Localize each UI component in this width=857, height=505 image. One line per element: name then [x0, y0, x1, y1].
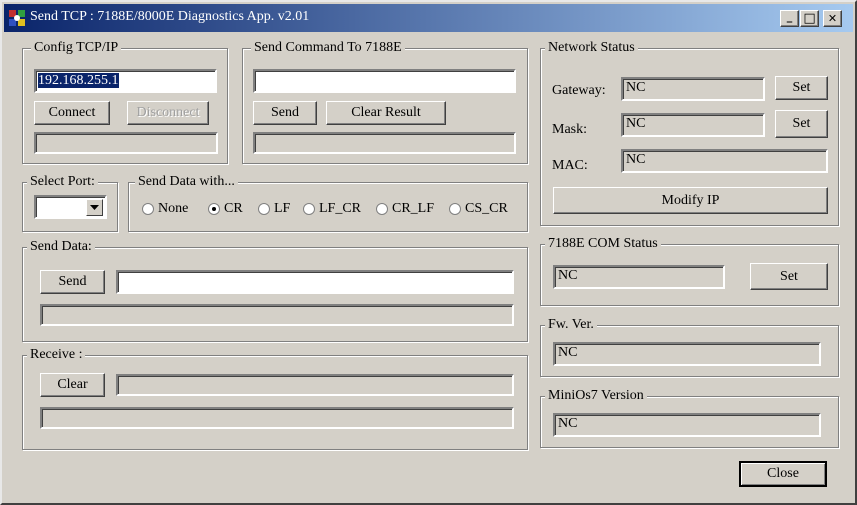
title-bar[interactable]: Send TCP : 7188E/8000E Diagnostics App. …: [4, 4, 853, 32]
port-select[interactable]: [34, 195, 107, 219]
radio-circle-icon: [303, 203, 315, 215]
close-icon: ✕: [827, 12, 838, 25]
receive-group: Receive :: [22, 346, 528, 450]
mac-field: NC: [621, 149, 828, 173]
mask-field: NC: [621, 113, 765, 137]
minios-version-label: MiniOs7 Version: [545, 387, 647, 405]
gateway-label: Gateway:: [552, 83, 606, 98]
com-status-set-button[interactable]: Set: [750, 263, 828, 290]
radio-cs-cr[interactable]: CS_CR: [449, 201, 508, 217]
radio-label: CR_LF: [392, 201, 435, 216]
radio-label: CS_CR: [465, 201, 508, 216]
mask-set-button[interactable]: Set: [775, 110, 828, 138]
radio-cr[interactable]: CR: [208, 201, 243, 217]
disconnect-button[interactable]: Disconnect: [127, 101, 209, 125]
radio-circle-icon: [142, 203, 154, 215]
minios-version-field: NC: [553, 413, 821, 437]
radio-circle-icon: [376, 203, 388, 215]
ip-address-input[interactable]: 192.168.255.1: [34, 69, 217, 93]
connect-button[interactable]: Connect: [34, 101, 110, 125]
send-data-group: Send Data:: [22, 238, 528, 342]
minimize-button[interactable]: _: [780, 10, 799, 27]
config-tcpip-label: Config TCP/IP: [31, 39, 122, 57]
radio-label: CR: [224, 201, 243, 216]
clear-receive-button[interactable]: Clear: [40, 373, 105, 397]
com-status-label: 7188E COM Status: [545, 235, 661, 253]
radio-circle-icon: [449, 203, 461, 215]
command-input[interactable]: [253, 69, 516, 93]
close-button[interactable]: Close: [739, 461, 827, 487]
received-data-field: [116, 374, 514, 396]
command-result-field: [253, 132, 516, 154]
app-icon: [9, 10, 25, 26]
select-port-label: Select Port:: [27, 173, 98, 191]
app-window: Send TCP : 7188E/8000E Diagnostics App. …: [0, 0, 857, 505]
window-title: Send TCP : 7188E/8000E Diagnostics App. …: [30, 9, 310, 24]
send-data-button[interactable]: Send: [40, 270, 105, 294]
radio-none[interactable]: None: [142, 201, 188, 217]
maximize-icon: □: [803, 11, 816, 26]
gateway-field: NC: [621, 77, 765, 101]
clear-result-button[interactable]: Clear Result: [326, 101, 446, 125]
radio-selected-icon: [208, 203, 220, 215]
radio-label: LF_CR: [319, 201, 362, 216]
tcpip-status-field: [34, 132, 218, 154]
radio-lf-cr[interactable]: LF_CR: [303, 201, 361, 217]
radio-label: LF: [274, 201, 291, 216]
receive-status-field: [40, 407, 514, 429]
maximize-button[interactable]: □: [800, 10, 819, 27]
send-command-button[interactable]: Send: [253, 101, 317, 125]
mac-label: MAC:: [552, 158, 588, 173]
radio-label: None: [158, 201, 189, 216]
com-status-field: NC: [553, 265, 725, 289]
fw-version-field: NC: [553, 342, 821, 366]
radio-lf[interactable]: LF: [258, 201, 290, 217]
close-window-button[interactable]: ✕: [823, 10, 842, 27]
network-status-label: Network Status: [545, 39, 638, 57]
send-data-with-label: Send Data with...: [135, 173, 238, 191]
mask-label: Mask:: [552, 122, 587, 137]
modify-ip-button[interactable]: Modify IP: [553, 187, 828, 214]
send-data-label: Send Data:: [27, 238, 95, 256]
ip-address-value: 192.168.255.1: [38, 73, 119, 88]
send-command-label: Send Command To 7188E: [251, 39, 405, 57]
radio-circle-icon: [258, 203, 270, 215]
send-data-input[interactable]: [116, 270, 514, 294]
fw-version-label: Fw. Ver.: [545, 316, 597, 334]
radio-cr-lf[interactable]: CR_LF: [376, 201, 434, 217]
chevron-down-icon[interactable]: [86, 199, 103, 216]
gateway-set-button[interactable]: Set: [775, 76, 828, 100]
send-data-status-field: [40, 304, 514, 326]
receive-label: Receive :: [27, 346, 86, 364]
minimize-icon: _: [786, 10, 793, 23]
